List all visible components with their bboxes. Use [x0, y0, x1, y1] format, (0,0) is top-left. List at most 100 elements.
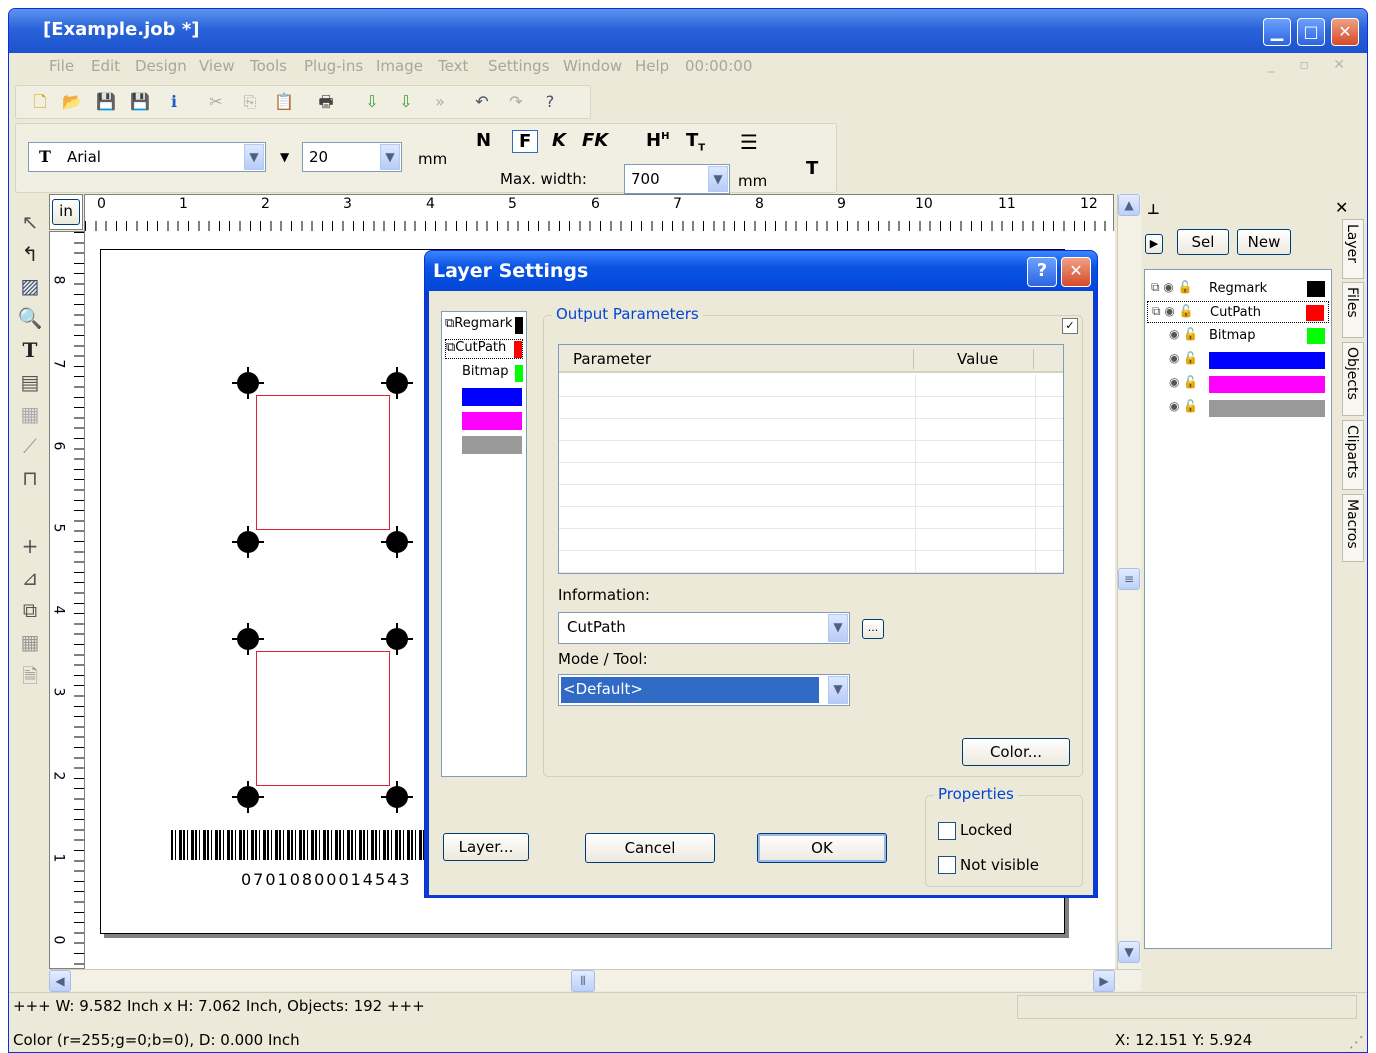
chevron-down-icon[interactable]: ▼: [828, 676, 848, 704]
layer-row-gray[interactable]: ◉ 🔓: [1147, 397, 1329, 419]
layer-row-regmark[interactable]: ⧉ ◉ 🔓 Regmark: [1147, 278, 1329, 300]
measure-icon[interactable]: ⊿: [17, 566, 43, 592]
forward-icon[interactable]: »: [430, 92, 450, 112]
vertical-scrollbar[interactable]: ▲ ≡ ▼: [1117, 194, 1141, 969]
resize-grip-icon[interactable]: ⋰: [1349, 1033, 1364, 1051]
mode-tool-select[interactable]: <Default> ▼: [558, 674, 850, 706]
chevron-down-icon[interactable]: ▼: [708, 166, 728, 192]
horizontal-scrollbar[interactable]: ◀ ⦀ ▶: [49, 969, 1141, 992]
barcode-icon[interactable]: ▤: [17, 370, 43, 396]
regmark[interactable]: [381, 623, 413, 655]
crosshair-icon[interactable]: +: [17, 534, 43, 560]
regmark[interactable]: [232, 623, 264, 655]
text-icon[interactable]: T: [17, 338, 43, 364]
new-file-icon[interactable]: 🗋: [30, 92, 50, 112]
line-icon[interactable]: ⟋: [17, 434, 43, 460]
parameter-table[interactable]: Parameter Value: [558, 344, 1064, 574]
save-icon[interactable]: 💾: [96, 92, 116, 112]
save-as-icon[interactable]: 💾: [130, 92, 150, 112]
cancel-button[interactable]: Cancel: [585, 833, 715, 863]
scroll-left-icon[interactable]: ◀: [49, 970, 71, 992]
dialog-layer-cutpath[interactable]: ⧉CutPath: [445, 339, 523, 359]
dialog-layer-bitmap[interactable]: Bitmap: [462, 364, 523, 384]
color-button[interactable]: Color...: [962, 738, 1070, 766]
align-icon[interactable]: ☰: [740, 130, 758, 154]
browse-button[interactable]: ...: [862, 619, 884, 639]
chevron-down-icon[interactable]: ▼: [380, 144, 400, 170]
tab-objects[interactable]: Objects: [1342, 342, 1364, 416]
menu-image[interactable]: Image: [376, 57, 423, 75]
checkmark-icon[interactable]: ✓: [1062, 318, 1078, 334]
select-arrow-icon[interactable]: ↖: [17, 210, 43, 236]
info-icon[interactable]: ℹ: [164, 92, 184, 112]
regmark[interactable]: [381, 781, 413, 813]
layer-visibility-icons[interactable]: ⧉ ◉ 🔓: [1151, 280, 1193, 295]
scroll-thumb[interactable]: ⦀: [571, 970, 595, 992]
output-all-icon[interactable]: ⇩: [396, 92, 416, 112]
regmark[interactable]: [381, 526, 413, 558]
panel-close-icon[interactable]: ✕: [1335, 198, 1348, 217]
layer-button[interactable]: Layer...: [443, 833, 529, 861]
chevron-down-icon[interactable]: ▼: [828, 614, 848, 642]
layer-visibility-icons[interactable]: ◉ 🔓: [1169, 375, 1198, 389]
redo-icon[interactable]: ↷: [506, 92, 526, 112]
text-tool-button[interactable]: T: [806, 158, 818, 179]
layers-icon[interactable]: ⧉: [17, 598, 43, 624]
menu-view[interactable]: View: [199, 57, 235, 75]
undo-icon[interactable]: ↶: [472, 92, 492, 112]
locked-checkbox[interactable]: [938, 822, 956, 840]
barcode-object[interactable]: [171, 830, 426, 860]
menu-settings[interactable]: Settings: [488, 57, 550, 75]
bold-italic-style-button[interactable]: FK: [582, 130, 608, 151]
font-select[interactable]: T Arial ▼: [28, 142, 266, 172]
dialog-close-button[interactable]: ✕: [1061, 257, 1091, 287]
print-icon[interactable]: 🖶: [316, 92, 336, 112]
subscript-button[interactable]: TT: [686, 130, 705, 154]
document-icon[interactable]: 🗎: [17, 662, 43, 688]
tab-layer[interactable]: Layer: [1342, 219, 1364, 279]
menu-plugins[interactable]: Plug-ins: [304, 57, 363, 75]
font-size-select[interactable]: 20 ▼: [302, 142, 402, 172]
layer-visibility-icons[interactable]: ⧉ ◉ 🔓: [1152, 304, 1194, 319]
bitmap-icon[interactable]: ▦: [17, 402, 43, 428]
dialog-layer-regmark[interactable]: ⧉Regmark: [445, 316, 523, 336]
layer-row-blue[interactable]: ◉ 🔓: [1147, 349, 1329, 371]
tab-cliparts[interactable]: Cliparts: [1342, 420, 1364, 490]
cut-icon[interactable]: ✂: [206, 92, 226, 112]
layer-list[interactable]: ⧉ ◉ 🔓 Regmark ⧉ ◉ 🔓 CutPath ◉ 🔓 Bitmap ◉ 🔓 …: [1144, 269, 1332, 949]
tab-macros[interactable]: Macros: [1342, 494, 1364, 562]
regmark[interactable]: [232, 781, 264, 813]
minimize-button[interactable]: ▁: [1263, 18, 1291, 46]
col-value[interactable]: Value: [957, 350, 998, 368]
dialog-layer-magenta[interactable]: [462, 412, 522, 430]
bold-style-button[interactable]: F: [512, 130, 539, 153]
layer-row-bitmap[interactable]: ◉ 🔓 Bitmap: [1147, 325, 1329, 347]
chevron-down-icon[interactable]: ▼: [244, 144, 264, 170]
menu-design[interactable]: Design: [135, 57, 187, 75]
maximize-button[interactable]: □: [1297, 18, 1325, 46]
help-icon[interactable]: ?: [540, 92, 560, 112]
tab-files[interactable]: Files: [1342, 282, 1364, 338]
superscript-button[interactable]: HH: [646, 130, 669, 151]
ok-button[interactable]: OK: [757, 833, 887, 863]
cut-path-rect[interactable]: [256, 395, 390, 530]
menu-edit[interactable]: Edit: [91, 57, 120, 75]
new-button[interactable]: New: [1237, 229, 1291, 255]
pin-icon[interactable]: ⊥: [1147, 202, 1160, 218]
layer-visibility-icons[interactable]: ◉ 🔓: [1169, 399, 1198, 413]
menu-window[interactable]: Window: [563, 57, 622, 75]
dialog-layer-gray[interactable]: [462, 436, 522, 454]
open-icon[interactable]: 📂: [62, 92, 82, 112]
unit-toggle-button[interactable]: in: [52, 199, 80, 225]
play-icon[interactable]: ▶: [1145, 234, 1163, 254]
menu-tools[interactable]: Tools: [250, 57, 287, 75]
layer-row-magenta[interactable]: ◉ 🔓: [1147, 373, 1329, 395]
max-width-select[interactable]: 700 ▼: [624, 164, 730, 194]
italic-style-button[interactable]: K: [552, 130, 566, 151]
paste-icon[interactable]: 📋: [274, 92, 294, 112]
shape-icon[interactable]: ⊓: [17, 466, 43, 492]
sel-button[interactable]: Sel: [1177, 229, 1229, 255]
cut-path-rect[interactable]: [256, 651, 390, 786]
font-options-arrow-icon[interactable]: ▼: [280, 150, 289, 164]
grid-icon[interactable]: ▦: [17, 630, 43, 656]
